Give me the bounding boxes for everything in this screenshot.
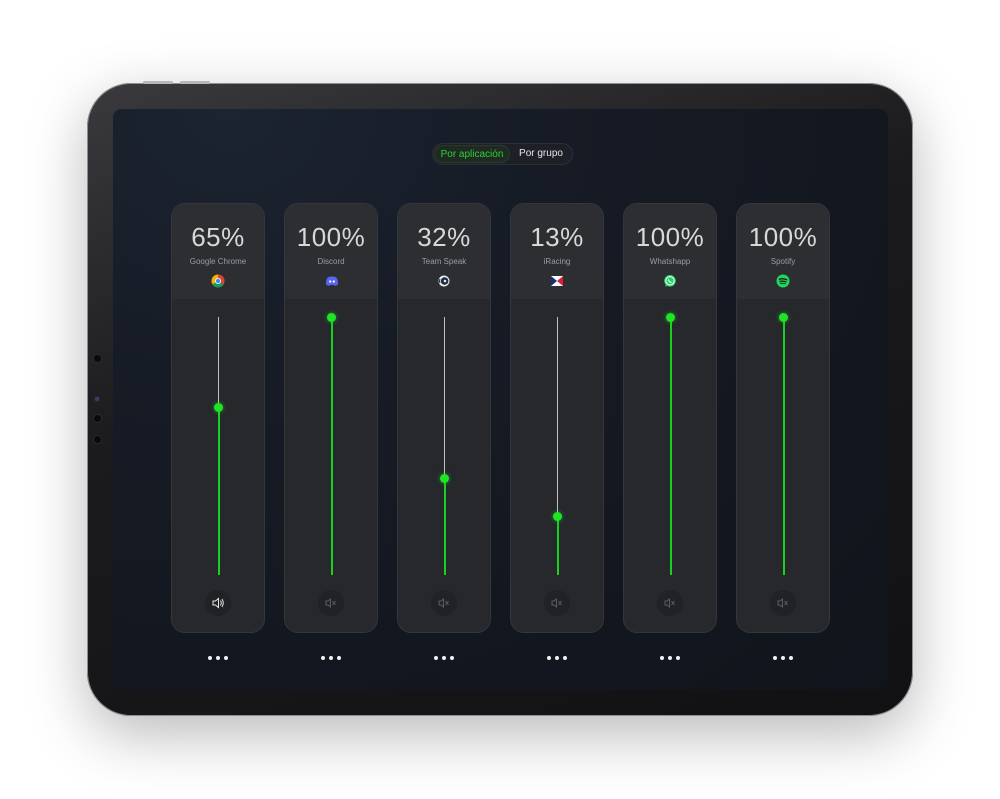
volume-fill — [443, 478, 446, 575]
discord-icon — [325, 276, 339, 286]
volume-percent: 100% — [635, 222, 705, 252]
dot — [781, 656, 785, 660]
dot — [660, 656, 664, 660]
teamspeak-icon — [438, 275, 450, 287]
mixer-screen: Por aplicación Por grupo 65% Google Chro… — [113, 109, 888, 690]
volume-percent: 100% — [296, 222, 366, 252]
dot — [442, 656, 446, 660]
volume-percent: 100% — [748, 222, 818, 252]
dot — [329, 656, 333, 660]
dot — [555, 656, 559, 660]
camera-dot — [95, 397, 99, 401]
speaker-button[interactable] — [431, 590, 457, 616]
dot — [434, 656, 438, 660]
app-name: Google Chrome — [189, 257, 247, 266]
app-card-discord: 100% Discord — [284, 203, 378, 633]
volume-percent: 13% — [530, 222, 584, 252]
dot — [321, 656, 325, 660]
speaker-button[interactable] — [318, 590, 344, 616]
volume-knob[interactable] — [666, 312, 675, 322]
speaker-button[interactable] — [770, 590, 796, 616]
top-button — [180, 81, 210, 84]
volume-fill — [669, 317, 672, 575]
volume-knob[interactable] — [214, 402, 223, 412]
volume-knob[interactable] — [327, 312, 336, 322]
camera-dot — [94, 355, 101, 362]
more-options-button[interactable] — [208, 656, 228, 662]
speaker-muted-icon — [777, 597, 788, 609]
dot — [547, 656, 551, 660]
dot — [216, 656, 220, 660]
volume-fill — [330, 317, 333, 575]
tab-por-aplicacion[interactable]: Por aplicación — [434, 145, 510, 163]
app-card-iracing: 13% iRacing — [510, 203, 604, 633]
volume-knob[interactable] — [779, 312, 788, 322]
more-options-button[interactable] — [660, 656, 680, 662]
volume-knob[interactable] — [553, 512, 562, 522]
dot — [668, 656, 672, 660]
top-button — [143, 81, 173, 84]
speaker-muted-icon — [664, 597, 675, 609]
more-options-button[interactable] — [434, 656, 454, 662]
chrome-icon — [211, 274, 225, 288]
volume-fill — [782, 317, 785, 575]
app-name: Spotify — [770, 257, 796, 266]
speaker-button[interactable] — [205, 590, 231, 616]
dot — [676, 656, 680, 660]
dot — [208, 656, 212, 660]
speaker-button[interactable] — [544, 590, 570, 616]
speaker-muted-icon — [438, 597, 449, 609]
more-options-button[interactable] — [321, 656, 341, 662]
app-name: Team Speak — [421, 257, 467, 266]
speaker-muted-icon — [325, 597, 336, 609]
volume-percent: 65% — [191, 222, 245, 252]
dot — [450, 656, 454, 660]
dot — [773, 656, 777, 660]
app-card-teamspeak: 32% Team Speak — [397, 203, 491, 633]
app-card-spotify: 100% Spotify — [736, 203, 830, 633]
volume-percent: 32% — [417, 222, 471, 252]
app-card-whatsapp: 100% Whatshapp — [623, 203, 717, 633]
app-name: Discord — [317, 257, 345, 266]
speaker-icon — [212, 597, 224, 609]
more-options-button[interactable] — [773, 656, 793, 662]
volume-fill — [556, 516, 559, 575]
spotify-icon — [776, 274, 790, 288]
dot — [563, 656, 567, 660]
camera-dot — [94, 436, 101, 443]
camera-dot — [94, 415, 101, 422]
speaker-button[interactable] — [657, 590, 683, 616]
dot — [789, 656, 793, 660]
speaker-muted-icon — [551, 597, 562, 609]
tab-por-grupo[interactable]: Por grupo — [511, 145, 571, 163]
app-name: iRacing — [543, 257, 571, 266]
dot — [337, 656, 341, 660]
volume-fill — [217, 407, 220, 575]
volume-knob[interactable] — [440, 473, 449, 483]
iracing-icon — [551, 276, 563, 286]
app-name: Whatshapp — [649, 257, 691, 266]
dot — [224, 656, 228, 660]
view-toggle: Por aplicación Por grupo — [432, 143, 573, 165]
whatsapp-icon — [664, 275, 676, 287]
app-card-chrome: 65% Google Chrome — [171, 203, 265, 633]
more-options-button[interactable] — [547, 656, 567, 662]
